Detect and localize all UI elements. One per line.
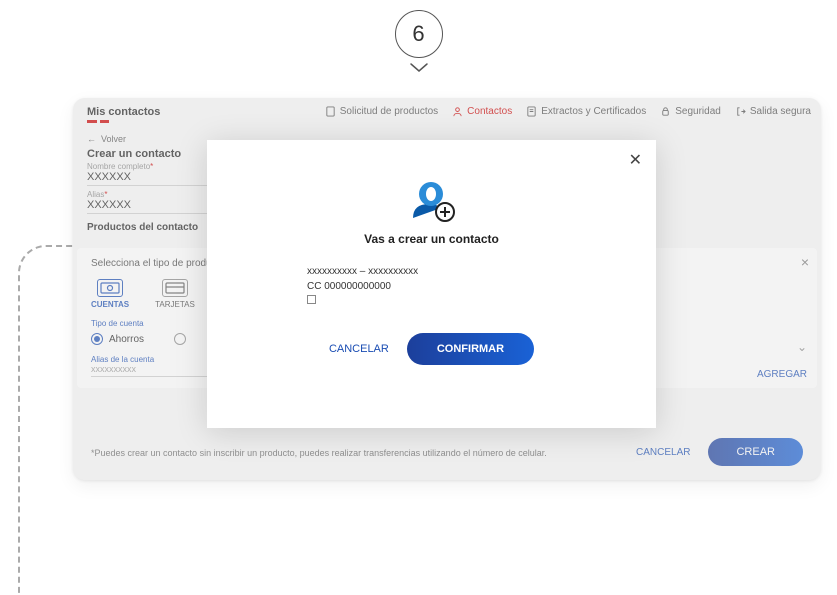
modal-line2: CC 000000000000 bbox=[307, 279, 626, 294]
checkbox-icon[interactable] bbox=[307, 295, 316, 304]
close-icon[interactable]: ✕ bbox=[629, 150, 642, 170]
modal-line1: xxxxxxxxxx – xxxxxxxxxx bbox=[307, 264, 626, 279]
modal-cancel-button[interactable]: CANCELAR bbox=[329, 343, 389, 355]
add-contact-icon bbox=[407, 178, 457, 222]
connector-line bbox=[18, 245, 73, 595]
step-number: 6 bbox=[412, 21, 424, 47]
modal-body: xxxxxxxxxx – xxxxxxxxxx CC 000000000000 bbox=[307, 264, 626, 309]
step-badge: 6 bbox=[395, 10, 443, 58]
modal-buttons: CANCELAR CONFIRMAR bbox=[237, 333, 626, 365]
modal-confirm-button[interactable]: CONFIRMAR bbox=[407, 333, 534, 365]
chevron-down-icon bbox=[409, 58, 429, 79]
modal-title: Vas a crear un contacto bbox=[237, 232, 626, 246]
confirm-modal: ✕ Vas a crear un contacto xxxxxxxxxx – x… bbox=[207, 140, 656, 428]
